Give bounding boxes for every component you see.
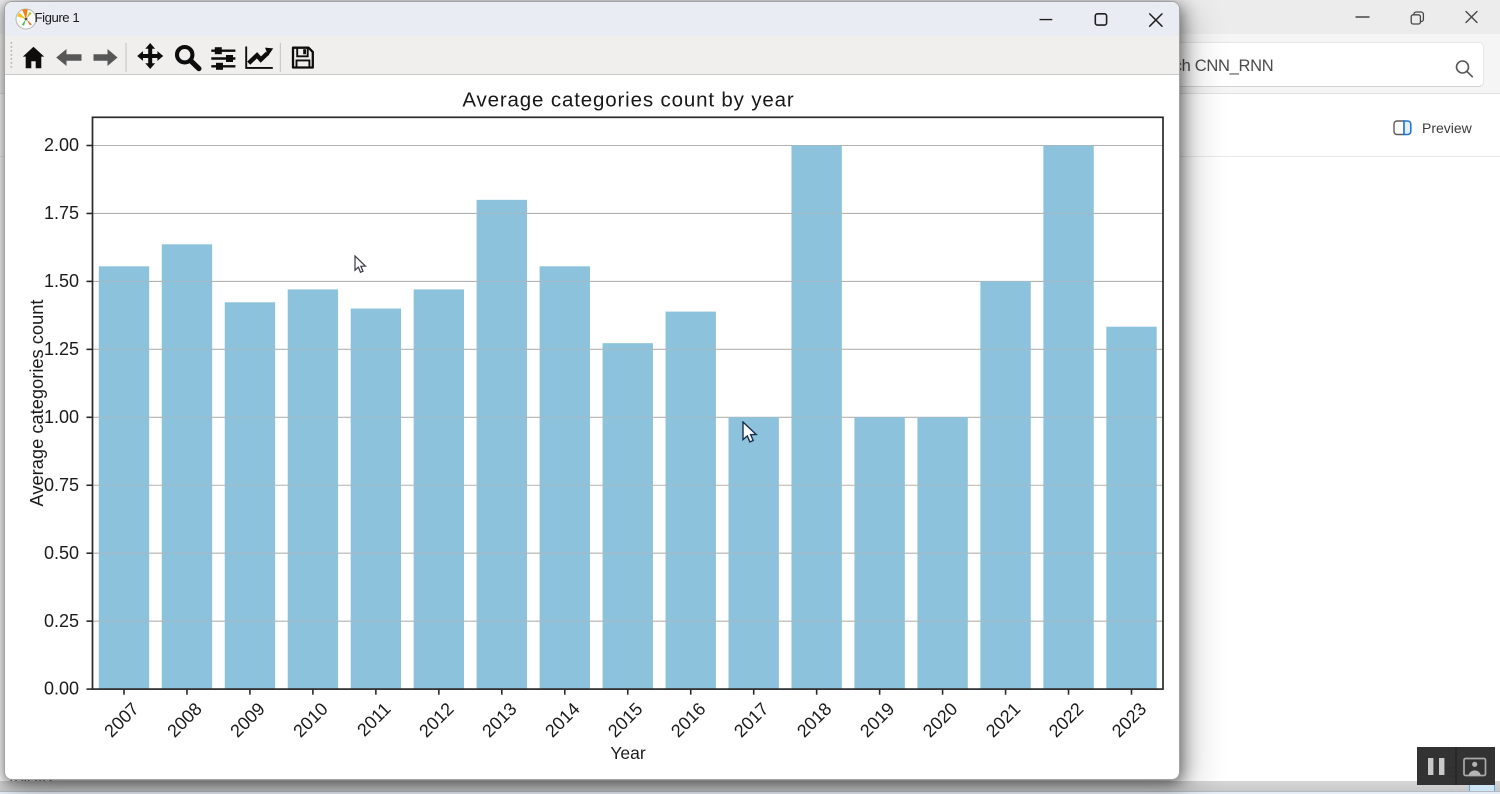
svg-text:0.00: 0.00: [43, 678, 78, 698]
svg-text:Average categories count: Average categories count: [26, 299, 47, 506]
svg-text:2023: 2023: [1107, 698, 1149, 740]
svg-text:2018: 2018: [793, 698, 835, 740]
svg-text:2007: 2007: [100, 698, 142, 740]
svg-text:2017: 2017: [730, 698, 772, 740]
svg-text:2009: 2009: [226, 698, 268, 740]
svg-text:2.00: 2.00: [43, 135, 78, 155]
svg-text:2010: 2010: [289, 698, 331, 740]
svg-text:2016: 2016: [667, 698, 709, 740]
svg-text:2013: 2013: [478, 698, 520, 740]
svg-text:Average categories count by ye: Average categories count by year: [462, 88, 794, 111]
svg-text:2021: 2021: [981, 698, 1023, 740]
svg-text:1.75: 1.75: [43, 203, 78, 223]
svg-text:2019: 2019: [855, 698, 897, 740]
svg-text:1.00: 1.00: [43, 406, 78, 426]
svg-text:0.25: 0.25: [43, 610, 78, 630]
svg-text:2012: 2012: [415, 698, 457, 740]
svg-text:1.50: 1.50: [43, 271, 78, 291]
svg-text:1.25: 1.25: [43, 338, 78, 358]
svg-text:Year: Year: [610, 743, 646, 763]
svg-text:2008: 2008: [163, 698, 205, 740]
svg-text:2014: 2014: [541, 698, 583, 740]
svg-text:0.50: 0.50: [43, 542, 78, 562]
svg-text:2011: 2011: [353, 698, 395, 740]
svg-text:0.75: 0.75: [43, 474, 78, 494]
svg-text:2015: 2015: [604, 698, 646, 740]
svg-text:2022: 2022: [1044, 698, 1086, 740]
svg-text:2020: 2020: [918, 698, 960, 740]
